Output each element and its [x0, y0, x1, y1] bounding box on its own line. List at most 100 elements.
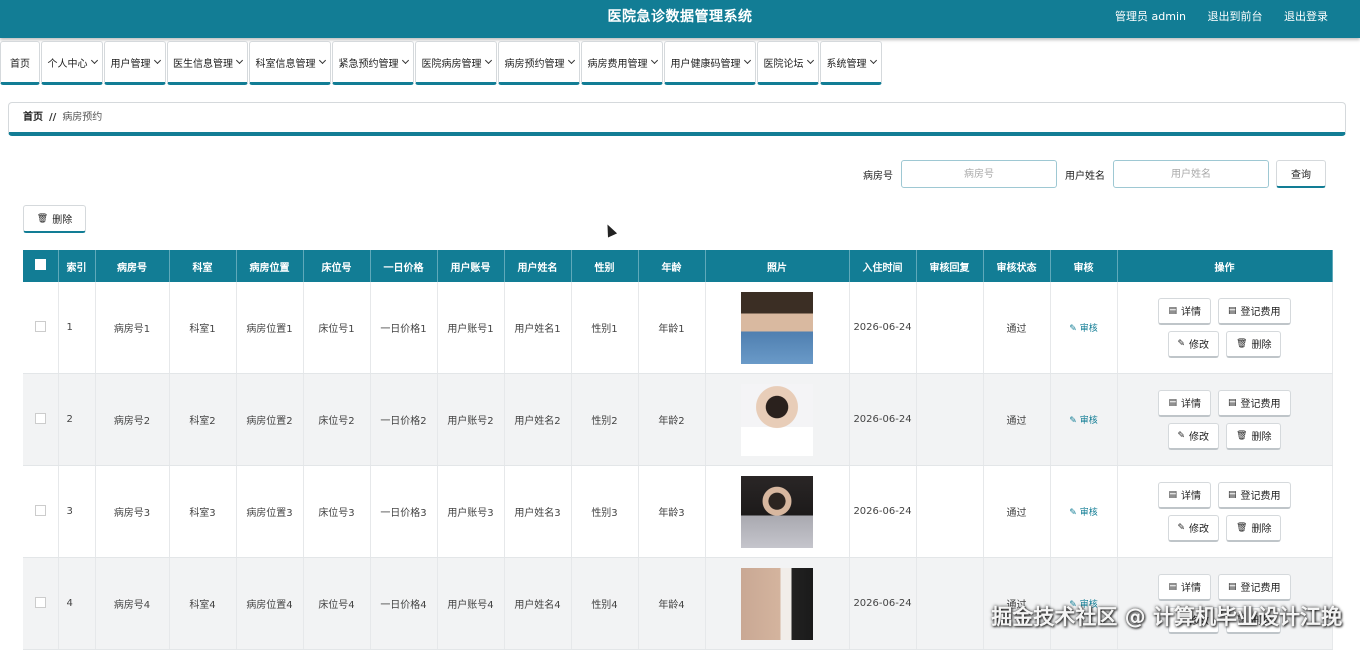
audit-link[interactable]: ✎ 审核 — [1069, 416, 1097, 426]
cell-age: 年龄4 — [638, 557, 706, 650]
nav-item-6[interactable]: 医院病房管理 — [415, 41, 497, 85]
trash-icon: 🗑 — [1236, 522, 1248, 533]
user-photo — [741, 383, 813, 456]
delete-label: 删除 — [1251, 432, 1272, 443]
table-header-row: 索引 病房号 科室 病房位置 床位号 一日价格 用户账号 用户姓名 性别 年龄 照片 入住时间 审核回复… — [23, 250, 1333, 282]
cell-room: 病房号3 — [95, 465, 170, 558]
row-select-cell — [23, 465, 59, 558]
cell-status: 通过 — [983, 282, 1051, 374]
trash-icon: 🗑 — [1236, 338, 1248, 349]
user-search-input[interactable] — [1113, 160, 1269, 188]
cell-age: 年龄1 — [638, 282, 706, 374]
cell-price: 一日价格2 — [370, 373, 438, 466]
cell-room: 病房号4 — [95, 557, 170, 650]
audit-label: 审核 — [1079, 508, 1098, 518]
nav-item-1[interactable]: 个人中心 — [41, 41, 103, 85]
detail-button[interactable]: ▤ 详情 — [1158, 389, 1211, 417]
cell-reply — [916, 373, 984, 466]
register-fee-label: 登记费用 — [1240, 307, 1281, 318]
nav-item-label: 紧急预约管理 — [338, 58, 399, 70]
cell-loc: 病房位置1 — [236, 282, 304, 374]
register-fee-button[interactable]: ▤ 登记费用 — [1218, 481, 1291, 509]
delete-label: 删除 — [1251, 340, 1272, 351]
cell-idx: 4 — [58, 557, 96, 650]
detail-button[interactable]: ▤ 详情 — [1158, 297, 1211, 325]
delete-label: 删除 — [1251, 524, 1272, 535]
detail-button[interactable]: ▤ 详情 — [1158, 481, 1211, 509]
nav-item-11[interactable]: 系统管理 — [820, 41, 882, 85]
document-icon: ▤ — [1168, 397, 1177, 408]
admin-user-link[interactable]: 管理员 admin — [1115, 10, 1186, 23]
nav-item-label: 医院病房管理 — [421, 58, 482, 70]
nav-item-7[interactable]: 病房预约管理 — [498, 41, 580, 85]
detail-button[interactable]: ▤ 详情 — [1158, 573, 1211, 601]
edit-pen-icon: ✎ — [1177, 430, 1186, 441]
nav-item-0[interactable]: 首页 — [0, 41, 40, 85]
nav-item-5[interactable]: 紧急预约管理 — [332, 41, 414, 85]
cell-date: 2026-06-24 — [849, 373, 917, 466]
select-all-header — [23, 250, 59, 282]
cell-status: 通过 — [983, 465, 1051, 558]
document-icon: ▤ — [1228, 489, 1237, 500]
cell-photo — [705, 465, 850, 558]
row-checkbox[interactable] — [34, 320, 46, 332]
edit-pen-icon: ✎ — [1069, 508, 1080, 518]
delete-button[interactable]: 🗑 删除 — [1226, 422, 1282, 450]
select-all-checkbox[interactable] — [34, 259, 46, 270]
nav-item-label: 医生信息管理 — [173, 58, 233, 70]
cell-sex: 性别1 — [571, 282, 639, 374]
nav-item-10[interactable]: 医院论坛 — [757, 41, 819, 85]
cell-price: 一日价格3 — [370, 465, 438, 558]
nav-item-8[interactable]: 病房费用管理 — [581, 41, 663, 85]
breadcrumb-home[interactable]: 首页 — [23, 112, 43, 123]
cell-actions: ▤ 详情 ▤ 登记费用 ✎ 修改 🗑 删除 — [1117, 282, 1333, 374]
row-checkbox[interactable] — [34, 596, 46, 608]
user-photo — [741, 291, 813, 364]
document-icon: ▤ — [1228, 305, 1237, 316]
batch-delete-button[interactable]: 🗑 删除 — [23, 205, 86, 233]
delete-button[interactable]: 🗑 删除 — [1226, 514, 1282, 542]
column-header: 审核回复 — [916, 250, 984, 282]
chevron-down-icon — [567, 56, 575, 65]
audit-link[interactable]: ✎ 审核 — [1069, 508, 1097, 518]
nav-item-3[interactable]: 医生信息管理 — [167, 41, 248, 85]
cell-age: 年龄2 — [638, 373, 706, 466]
nav-item-2[interactable]: 用户管理 — [104, 41, 166, 85]
logout-link[interactable]: 退出登录 — [1284, 10, 1328, 23]
front-link[interactable]: 退出到前台 — [1208, 10, 1263, 23]
document-icon: ▤ — [1168, 581, 1177, 592]
cell-status: 通过 — [983, 373, 1051, 466]
audit-link[interactable]: ✎ 审核 — [1069, 324, 1097, 334]
row-checkbox[interactable] — [34, 412, 46, 424]
cell-idx: 3 — [58, 465, 96, 558]
detail-label: 详情 — [1181, 491, 1201, 502]
delete-button[interactable]: 🗑 删除 — [1226, 330, 1282, 358]
register-fee-button[interactable]: ▤ 登记费用 — [1218, 389, 1291, 417]
chevron-down-icon — [90, 56, 98, 65]
cell-dept: 科室1 — [169, 282, 237, 374]
nav-item-4[interactable]: 科室信息管理 — [249, 41, 331, 85]
user-photo — [741, 567, 813, 640]
row-checkbox[interactable] — [34, 504, 46, 516]
nav-item-label: 首页 — [10, 58, 30, 70]
edit-button[interactable]: ✎ 修改 — [1167, 330, 1220, 358]
row-select-cell — [23, 282, 59, 374]
nav-item-label: 个人中心 — [47, 58, 88, 70]
cell-photo — [705, 373, 850, 466]
chevron-down-icon — [401, 56, 409, 65]
edit-button[interactable]: ✎ 修改 — [1167, 514, 1220, 542]
column-header: 床位号 — [303, 250, 371, 282]
cell-idx: 2 — [58, 373, 96, 466]
query-button[interactable]: 查询 — [1276, 160, 1326, 188]
breadcrumb-current: 病房预约 — [62, 112, 103, 123]
user-search-label: 用户姓名 — [1065, 170, 1105, 182]
register-fee-button[interactable]: ▤ 登记费用 — [1218, 297, 1291, 325]
edit-button[interactable]: ✎ 修改 — [1167, 422, 1220, 450]
register-fee-button[interactable]: ▤ 登记费用 — [1218, 573, 1291, 601]
room-search-input[interactable] — [901, 160, 1057, 188]
nav-item-9[interactable]: 用户健康码管理 — [664, 41, 756, 85]
batch-delete-label: 删除 — [52, 215, 73, 226]
column-header: 一日价格 — [370, 250, 438, 282]
cell-idx: 1 — [58, 282, 96, 374]
booking-table: 索引 病房号 科室 病房位置 床位号 一日价格 用户账号 用户姓名 性别 年龄 照片 入住时间 审核回复… — [23, 250, 1333, 650]
